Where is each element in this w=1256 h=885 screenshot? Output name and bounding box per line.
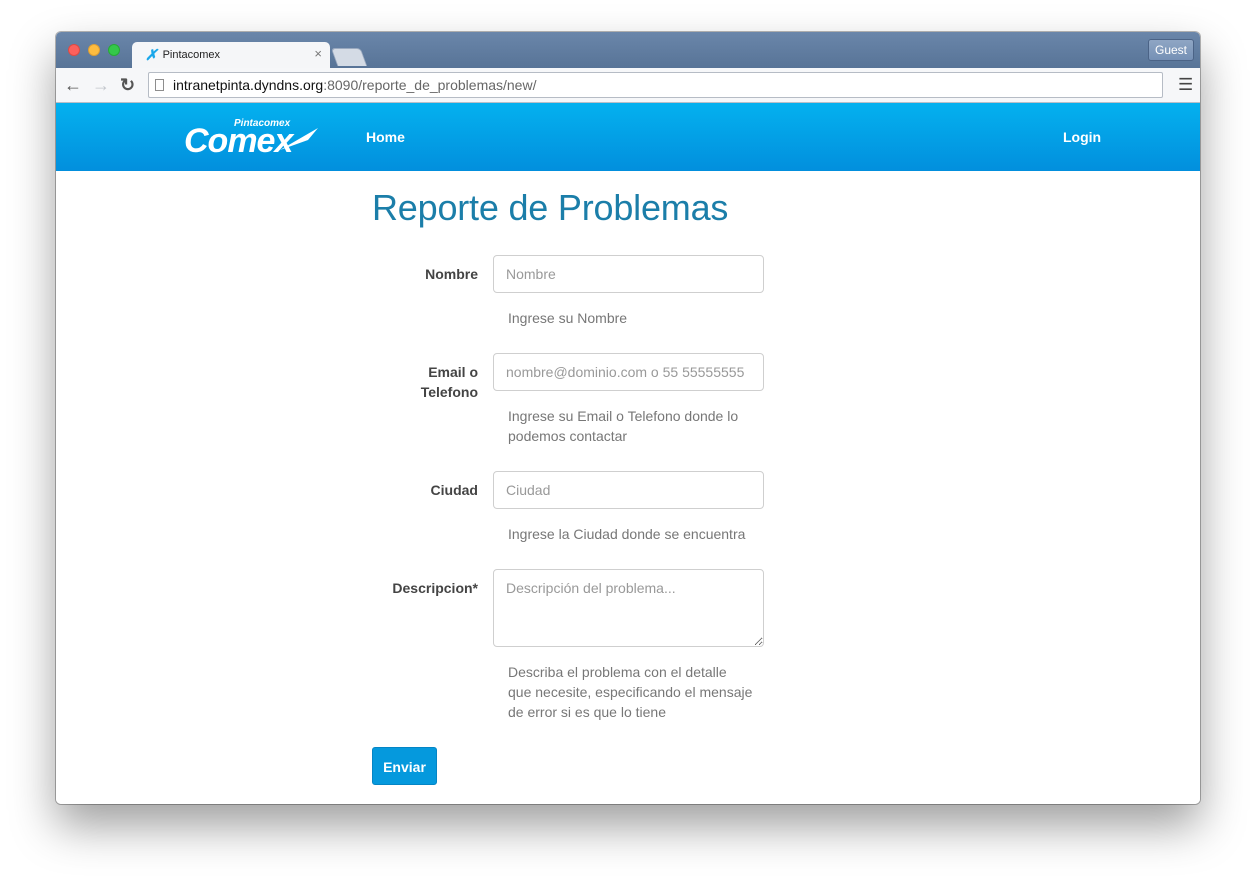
ciudad-input[interactable] bbox=[493, 471, 764, 509]
reload-icon[interactable]: ↻ bbox=[120, 74, 135, 96]
page-content: Pintacomex Comex Home Login Reporte de P… bbox=[56, 103, 1200, 804]
arrow-right-icon[interactable]: → bbox=[92, 74, 110, 96]
email-input[interactable] bbox=[493, 353, 764, 391]
address-bar[interactable]: intranetpinta.dyndns.org:8090/reporte_de… bbox=[148, 72, 1163, 98]
nav-login-link[interactable]: Login bbox=[1063, 129, 1101, 145]
logo-swoosh-icon bbox=[280, 128, 318, 150]
email-help: Ingrese su Email o Telefono donde lo pod… bbox=[508, 408, 739, 444]
tab-strip: ✗ Pintacomex × Guest bbox=[56, 32, 1200, 68]
ciudad-label: Ciudad bbox=[430, 482, 478, 498]
nombre-input[interactable] bbox=[493, 255, 764, 293]
page-title: Reporte de Problemas bbox=[372, 187, 729, 228]
url-host: intranetpinta.dyndns.org bbox=[173, 77, 324, 93]
tab-pintacomex[interactable]: ✗ Pintacomex × bbox=[132, 42, 330, 68]
descripcion-help: Describa el problema con el detalle que … bbox=[508, 664, 753, 720]
tab-close-icon[interactable]: × bbox=[314, 47, 322, 61]
nombre-help: Ingrese su Nombre bbox=[508, 310, 628, 326]
nombre-label: Nombre bbox=[425, 266, 478, 282]
descripcion-textarea[interactable] bbox=[493, 569, 764, 647]
email-label: Email o Telefono bbox=[420, 364, 478, 400]
comex-logo[interactable]: Pintacomex Comex bbox=[182, 116, 318, 160]
nav-home-link[interactable]: Home bbox=[366, 129, 405, 145]
close-window-button[interactable] bbox=[68, 44, 80, 56]
url-path: :8090/reporte_de_problemas/new/ bbox=[323, 77, 537, 93]
new-tab-button[interactable] bbox=[330, 48, 368, 66]
arrow-left-icon[interactable]: ← bbox=[64, 74, 82, 96]
minimize-window-button[interactable] bbox=[88, 44, 100, 56]
comex-favicon-icon: ✗ bbox=[145, 46, 158, 64]
ciudad-help: Ingrese la Ciudad donde se encuentra bbox=[508, 526, 746, 542]
logo-comex-text: Comex bbox=[184, 122, 293, 160]
tab-title: Pintacomex bbox=[162, 49, 221, 61]
zoom-window-button[interactable] bbox=[108, 44, 120, 56]
site-navbar: Pintacomex Comex Home Login bbox=[56, 103, 1200, 171]
browser-toolbar: ← → ↻ intranetpinta.dyndns.org:8090/repo… bbox=[56, 68, 1200, 103]
browser-window: ✗ Pintacomex × Guest ← → ↻ intranetpinta… bbox=[56, 32, 1200, 804]
hamburger-menu-icon[interactable]: ☰ bbox=[1178, 74, 1193, 96]
descripcion-label: Descripcion* bbox=[392, 580, 478, 596]
enviar-button[interactable]: Enviar bbox=[372, 747, 437, 785]
page-icon bbox=[155, 79, 164, 91]
guest-profile-button[interactable]: Guest bbox=[1147, 39, 1194, 61]
